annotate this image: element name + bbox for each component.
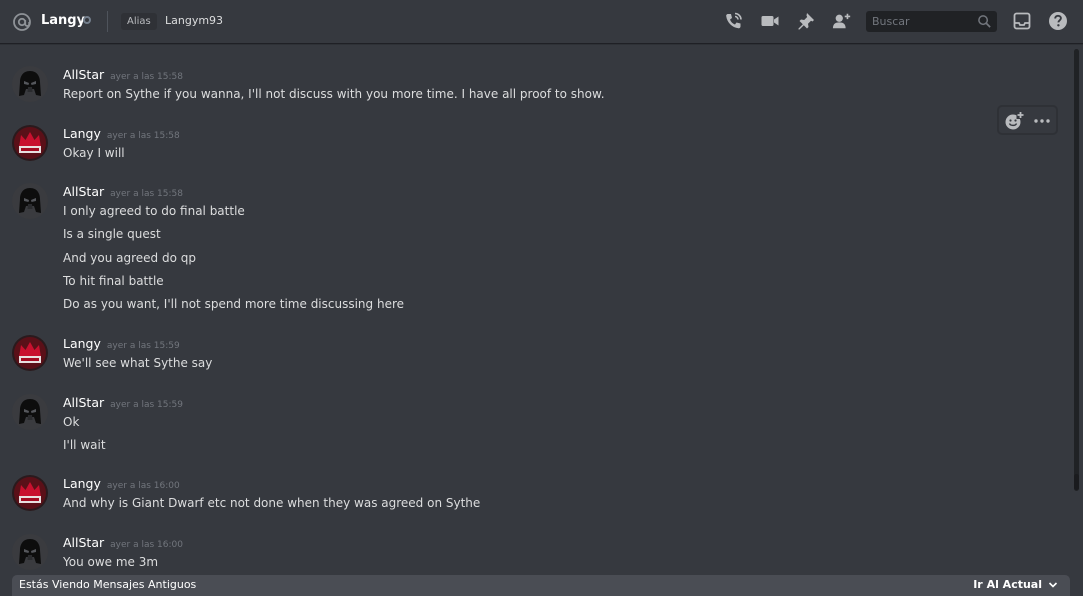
- older-messages-text: Estás Viendo Mensajes Antiguos: [19, 578, 197, 591]
- older-messages-bar: Estás Viendo Mensajes Antiguos Ir Al Act…: [12, 575, 1070, 596]
- message-text: I'll wait: [63, 438, 106, 452]
- scrollbar-thumb[interactable]: [1074, 49, 1079, 491]
- message-text: And why is Giant Dwarf etc not done when…: [63, 496, 481, 510]
- darth-vader-avatar[interactable]: [12, 183, 48, 219]
- channel-header: Langy Alias Langym93: [0, 0, 1083, 43]
- search-icon[interactable]: [977, 14, 992, 29]
- darth-vader-avatar[interactable]: [12, 394, 48, 430]
- message-text: You owe me 3m: [63, 555, 159, 569]
- red-crown-avatar[interactable]: [12, 335, 48, 371]
- alias-value: Langym93: [165, 14, 224, 27]
- message-hover-toolbar: [998, 106, 1057, 134]
- author-name[interactable]: AllStar: [63, 395, 104, 410]
- message-timestamp: ayer a las 15:59: [106, 341, 180, 351]
- add-friend-icon[interactable]: [832, 11, 852, 31]
- author-name[interactable]: Langy: [63, 476, 101, 491]
- message-timestamp: ayer a las 16:00: [106, 481, 180, 491]
- message-text: Do as you want, I'll not spend more time…: [63, 297, 405, 311]
- message-timestamp: ayer a las 15:58: [110, 189, 183, 199]
- help-icon[interactable]: [1048, 11, 1068, 31]
- message-timestamp: ayer a las 16:00: [110, 540, 183, 550]
- red-crown-avatar[interactable]: [12, 125, 48, 161]
- author-name[interactable]: Langy: [63, 126, 101, 141]
- darth-vader-avatar[interactable]: [12, 66, 48, 102]
- author-name[interactable]: AllStar: [63, 67, 104, 82]
- at-icon: [13, 13, 31, 31]
- search-input[interactable]: [866, 11, 982, 32]
- add-reaction-icon[interactable]: [1003, 110, 1025, 132]
- message-timestamp: ayer a las 15:58: [106, 131, 180, 141]
- message-author[interactable]: Langy ayer a las 15:58: [63, 126, 180, 141]
- message-author[interactable]: AllStar ayer a las 15:58: [63, 67, 183, 82]
- message-text: And you agreed do qp: [63, 251, 196, 265]
- pin-icon[interactable]: [796, 11, 816, 31]
- message-text: Okay I will: [63, 146, 125, 160]
- message-text: Report on Sythe if you wanna, I'll not d…: [63, 87, 605, 101]
- darth-vader-avatar[interactable]: [12, 534, 48, 570]
- search-box[interactable]: [866, 11, 997, 32]
- message-author[interactable]: AllStar ayer a las 15:59: [63, 395, 183, 410]
- author-name[interactable]: AllStar: [63, 184, 104, 199]
- message-author[interactable]: Langy ayer a las 15:59: [63, 336, 180, 351]
- message-text: We'll see what Sythe say: [63, 356, 213, 370]
- jump-to-present-button[interactable]: Ir Al Actual: [973, 578, 1058, 591]
- author-name[interactable]: AllStar: [63, 535, 104, 550]
- message-author[interactable]: AllStar ayer a las 15:58: [63, 184, 183, 199]
- header-divider: [107, 11, 108, 32]
- alias-tag: Alias: [121, 13, 157, 30]
- chevron-down-icon[interactable]: [1048, 580, 1058, 590]
- message-text: Is a single quest: [63, 227, 161, 241]
- red-crown-avatar[interactable]: [12, 475, 48, 511]
- author-name[interactable]: Langy: [63, 336, 101, 351]
- channel-name: Langy: [41, 13, 86, 28]
- message-timestamp: ayer a las 15:59: [110, 400, 183, 410]
- phone-call-icon[interactable]: [723, 11, 743, 31]
- video-call-icon[interactable]: [760, 11, 780, 31]
- offline-status-icon: [83, 16, 91, 24]
- message-timestamp: ayer a las 15:58: [110, 72, 183, 82]
- jump-to-present-label[interactable]: Ir Al Actual: [973, 578, 1042, 591]
- inbox-icon[interactable]: [1012, 11, 1032, 31]
- message-text: Ok: [63, 415, 80, 429]
- message-author[interactable]: Langy ayer a las 16:00: [63, 476, 180, 491]
- message-text: I only agreed to do final battle: [63, 204, 245, 218]
- more-options-icon[interactable]: [1031, 110, 1053, 132]
- message-author[interactable]: AllStar ayer a las 16:00: [63, 535, 183, 550]
- scrollbar-thumb-handle[interactable]: [1074, 474, 1079, 490]
- message-text: To hit final battle: [63, 274, 164, 288]
- message-list: AllStar ayer a las 15:58 Report on Sythe …: [0, 43, 1070, 575]
